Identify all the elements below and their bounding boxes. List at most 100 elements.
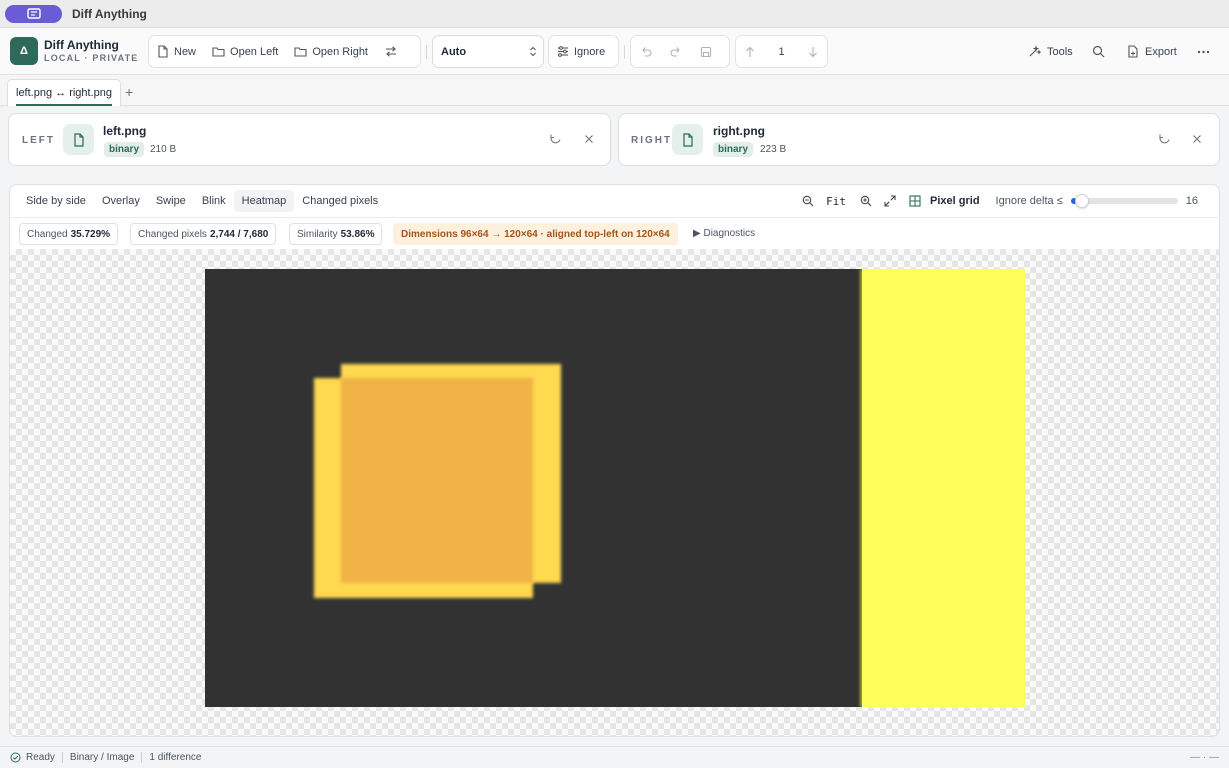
view-mode-swipe[interactable]: Swipe	[148, 190, 194, 212]
tab-left-right-png[interactable]: left.png ↔ right.png	[7, 79, 122, 106]
view-mode-blink[interactable]: Blink	[194, 190, 234, 212]
ignore-group: Ignore	[548, 35, 619, 68]
tools-button[interactable]: Tools	[1028, 35, 1073, 68]
ignore-button[interactable]: Ignore	[549, 35, 613, 68]
reload-icon[interactable]	[549, 133, 562, 146]
open-right-label: Open Right	[312, 45, 368, 58]
swap-sides-button[interactable]	[376, 35, 406, 68]
view-mode-overlay[interactable]: Overlay	[94, 190, 148, 212]
file-actions-group: New Open Left Open Right	[148, 35, 421, 68]
left-type-badge: binary	[104, 142, 145, 157]
more-options-button[interactable]	[1197, 35, 1210, 68]
status-state: Ready	[26, 752, 55, 763]
pixel-grid-toggle[interactable]: Pixel grid	[930, 195, 980, 207]
open-left-button[interactable]: Open Left	[204, 35, 286, 68]
diff-image	[205, 269, 1025, 707]
wand-icon	[1029, 45, 1041, 57]
status-divider	[61, 752, 63, 763]
view-mode-side-by-side[interactable]: Side by side	[18, 190, 94, 212]
mode-select[interactable]: Auto	[432, 35, 544, 68]
save-button[interactable]	[691, 35, 721, 68]
changed-pixels-chip: Changed pixels 2,744 / 7,680	[130, 223, 277, 245]
brand-subtitle: LOCAL · PRIVATE	[44, 53, 139, 63]
changed-label: Changed	[27, 228, 68, 240]
ignore-button-label: Ignore	[574, 45, 606, 58]
active-tab-indicator	[16, 104, 113, 106]
export-button[interactable]: Export	[1127, 35, 1177, 68]
ignore-delta-slider[interactable]	[1070, 194, 1178, 208]
redo-button[interactable]	[661, 35, 691, 68]
ignore-delta-label: Ignore delta ≤	[995, 195, 1063, 207]
right-side-label: RIGHT	[631, 135, 673, 146]
arrow-up-icon	[746, 46, 754, 57]
main-toolbar: Δ Diff Anything LOCAL · PRIVATE New Open…	[0, 28, 1229, 75]
undo-button[interactable]	[631, 35, 661, 68]
window-switcher-button[interactable]	[5, 4, 62, 23]
file-icon	[63, 124, 94, 155]
zoom-controls: Fit Pixel grid Ignore delta ≤ 16	[802, 185, 1219, 217]
diff-canvas[interactable]	[10, 249, 1219, 736]
toolbar-divider	[426, 45, 427, 59]
add-tab-button[interactable]: +	[125, 84, 133, 100]
pixel-grid-icon[interactable]	[909, 195, 921, 207]
view-mode-changed-pixels[interactable]: Changed pixels	[294, 190, 386, 212]
close-icon[interactable]	[1191, 133, 1203, 145]
title-bar: Diff Anything	[0, 0, 1229, 28]
dimensions-text: Dimensions 96×64 → 120×64 · aligned top-…	[401, 228, 670, 240]
stats-bar: Changed 35.729% Changed pixels 2,744 / 7…	[10, 217, 1219, 249]
export-icon	[1128, 45, 1138, 58]
status-right-glyph: — · —	[1190, 752, 1219, 763]
status-differences: 1 difference	[149, 752, 202, 763]
folder-icon	[294, 47, 307, 57]
previous-diff-button[interactable]	[736, 35, 764, 68]
right-file-size: 223 B	[760, 144, 787, 155]
ignore-delta-value: 16	[1185, 195, 1198, 207]
view-mode-heatmap[interactable]: Heatmap	[233, 190, 295, 212]
similarity-chip: Similarity 53.86%	[289, 223, 383, 245]
new-button[interactable]: New	[149, 35, 204, 68]
changed-pixels-value: 2,744 / 7,680	[209, 228, 269, 240]
image-diff-viewer: Side by side Overlay Swipe Blink Heatmap…	[9, 184, 1220, 737]
status-divider	[141, 752, 143, 763]
tab-label: left.png ↔ right.png	[16, 87, 113, 99]
chevron-updown-icon	[530, 46, 536, 57]
open-right-button[interactable]: Open Right	[286, 35, 376, 68]
swap-icon	[386, 46, 396, 57]
redo-icon	[670, 47, 680, 57]
diff-index: 1	[778, 45, 785, 58]
mode-select-value: Auto	[441, 45, 467, 58]
window-icon	[26, 8, 41, 19]
right-file-name: right.png	[713, 124, 765, 138]
overlap-region	[341, 378, 533, 583]
export-label: Export	[1145, 45, 1177, 58]
status-bar: Ready Binary / Image 1 difference — · —	[0, 746, 1229, 768]
zoom-fit-button[interactable]: Fit	[826, 195, 846, 208]
left-file-card: LEFT left.png binary 210 B	[8, 113, 611, 166]
close-icon[interactable]	[583, 133, 595, 145]
expand-icon[interactable]	[884, 195, 896, 207]
view-mode-tabs: Side by side Overlay Swipe Blink Heatmap…	[18, 190, 386, 212]
tools-label: Tools	[1047, 45, 1073, 58]
check-circle-icon	[10, 752, 21, 763]
search-button[interactable]	[1092, 35, 1105, 68]
app-logo: Δ	[10, 37, 38, 65]
left-side-label: LEFT	[22, 135, 55, 146]
brand-name: Diff Anything	[44, 38, 119, 52]
changed-pixels-label: Changed pixels	[138, 228, 207, 240]
new-file-icon	[158, 45, 168, 58]
search-icon	[1092, 45, 1105, 58]
zoom-out-icon[interactable]	[802, 195, 814, 207]
history-group	[630, 35, 730, 68]
right-type-badge: binary	[713, 142, 754, 157]
diagnostics-toggle[interactable]: ▶ Diagnostics	[693, 228, 755, 239]
view-mode-bar: Side by side Overlay Swipe Blink Heatmap…	[10, 185, 1219, 217]
status-file-kind: Binary / Image	[69, 752, 135, 763]
save-icon	[700, 46, 712, 57]
slider-thumb[interactable]	[1075, 194, 1090, 208]
next-diff-button[interactable]	[799, 35, 827, 68]
reload-icon[interactable]	[1158, 133, 1171, 146]
left-file-size: 210 B	[150, 144, 177, 155]
new-button-label: New	[174, 45, 197, 58]
zoom-in-icon[interactable]	[860, 195, 872, 207]
similarity-value: 53.86%	[340, 228, 375, 240]
